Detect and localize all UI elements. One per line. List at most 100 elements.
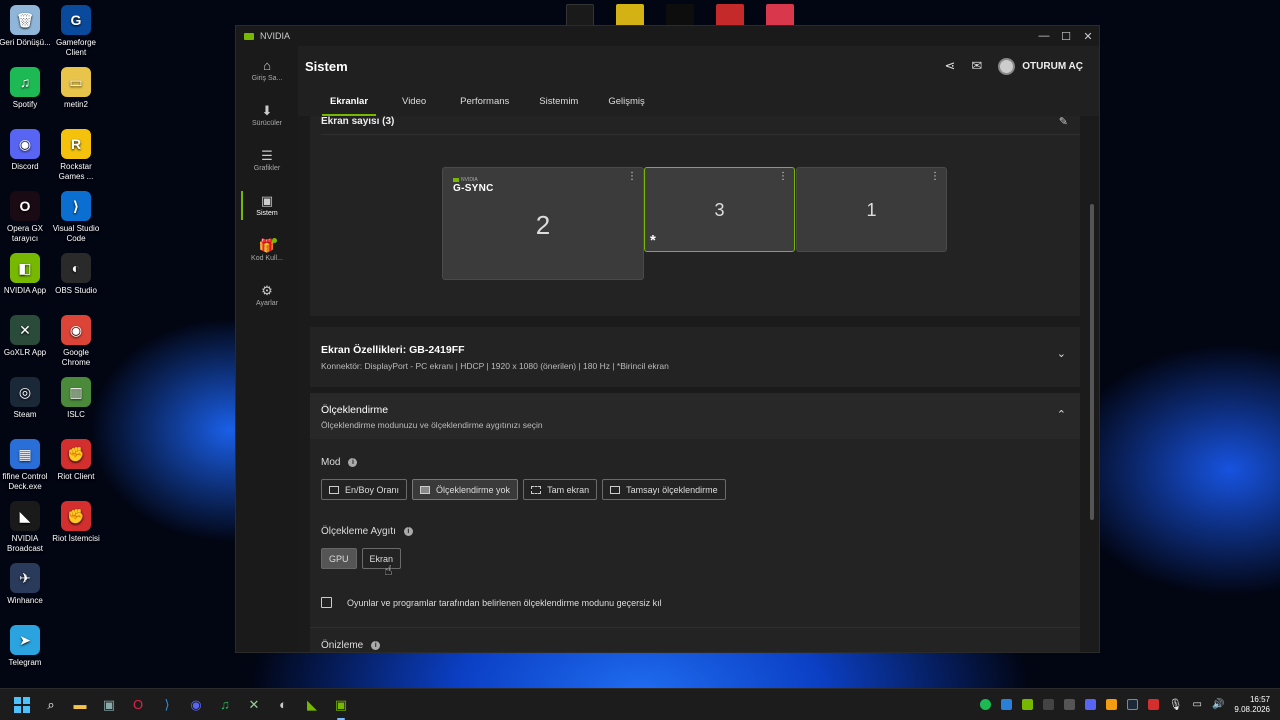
tray-icon[interactable]: [1105, 699, 1117, 710]
desktop-shortcut[interactable]: G Gameforge Client: [50, 5, 102, 58]
sidebar-item-system[interactable]: ▣ Sistem: [236, 183, 298, 228]
monitor-tile[interactable]: NVIDIA G-SYNC ⋮ 2: [442, 167, 644, 280]
sidebar-item-home[interactable]: ⌂ Giriş Sa...: [236, 48, 298, 93]
mode-fullscreen-button[interactable]: Tam ekran: [523, 479, 598, 500]
scrollbar-thumb[interactable]: [1090, 204, 1094, 520]
maximize-button[interactable]: ☐: [1055, 30, 1077, 43]
mode-label: Mod i: [321, 457, 358, 468]
desktop-shortcut-label: Spotify: [12, 100, 38, 109]
sidebar-item-graphics[interactable]: ☰ Grafikler: [236, 138, 298, 183]
sidebar-item-redeem[interactable]: 🎁 Kod Kull...: [236, 228, 298, 273]
tab-advanced[interactable]: Gelişmiş: [596, 96, 656, 116]
close-button[interactable]: ✕: [1077, 30, 1099, 43]
mode-integer-scaling-button[interactable]: Tamsayı ölçeklendirme: [602, 479, 726, 500]
desktop-shortcut[interactable]: ➤ Telegram: [0, 625, 51, 668]
desktop-shortcut[interactable]: ◐ OBS Studio: [50, 253, 102, 296]
monitor-menu-icon[interactable]: ⋮: [627, 171, 637, 182]
desktop-shortcut[interactable]: R Rockstar Games ...: [50, 129, 102, 182]
desktop-shortcut[interactable]: ◣ NVIDIA Broadcast: [0, 501, 51, 554]
desktop-shortcut[interactable]: ✊ Riot İstemcisi: [50, 501, 102, 544]
tab-video[interactable]: Video: [390, 96, 438, 116]
tab-performance[interactable]: Performans: [448, 96, 521, 116]
feedback-icon[interactable]: ✉: [971, 58, 982, 74]
device-display-button[interactable]: Ekran: [361, 548, 402, 569]
app-icon: ✊: [61, 501, 91, 531]
tab-displays[interactable]: Ekranlar: [318, 96, 380, 116]
obs-icon[interactable]: ◐: [273, 695, 293, 715]
volume-icon[interactable]: 🔊: [1212, 699, 1224, 710]
file-explorer-icon[interactable]: ▬: [70, 695, 90, 715]
tray-icon[interactable]: [1063, 699, 1075, 710]
discord-icon[interactable]: ◉: [186, 695, 206, 715]
display-properties-title: Ekran Özellikleri: GB-2419FF: [321, 344, 465, 356]
windows-start-icon[interactable]: [12, 695, 32, 715]
desktop-shortcut[interactable]: ◎ Steam: [0, 377, 51, 420]
mode-aspect-ratio-button[interactable]: En/Boy Oranı: [321, 479, 408, 500]
chevron-down-icon[interactable]: ⌄: [1057, 347, 1066, 360]
desktop-shortcut[interactable]: O Opera GX tarayıcı: [0, 191, 51, 244]
share-icon[interactable]: ⋖: [944, 58, 955, 74]
window-controls: — ☐ ✕: [1033, 30, 1099, 43]
spotify-tray-icon[interactable]: [979, 699, 991, 710]
info-icon[interactable]: i: [403, 527, 413, 536]
opera-gx-icon[interactable]: O: [128, 695, 148, 715]
desktop-shortcut[interactable]: ✈ Winhance: [0, 563, 51, 606]
desktop-shortcut[interactable]: ◉ Google Chrome: [50, 315, 102, 368]
riot-tray-icon[interactable]: [1147, 699, 1159, 710]
tray-icon[interactable]: [1021, 699, 1033, 710]
monitor-tile-selected[interactable]: ⋮ 3 *: [644, 167, 795, 252]
chevron-up-icon[interactable]: ⌃: [1057, 408, 1066, 421]
spotify-icon[interactable]: ♫: [215, 695, 235, 715]
monitor-menu-icon[interactable]: ⋮: [778, 171, 788, 182]
sidebar-item-settings[interactable]: ⚙ Ayarlar: [236, 273, 298, 318]
scaling-header[interactable]: Ölçeklendirme Ölçeklendirme modunuzu ve …: [310, 393, 1080, 439]
login-button[interactable]: OTURUM AÇ: [998, 57, 1083, 75]
scaling-title: Ölçeklendirme: [321, 404, 389, 416]
monitor-tile[interactable]: ⋮ 1: [796, 167, 947, 252]
desktop-shortcut[interactable]: ◧ NVIDIA App: [0, 253, 51, 296]
desktop-shortcut[interactable]: ✕ GoXLR App: [0, 315, 51, 358]
network-icon[interactable]: ▭: [1193, 699, 1202, 710]
device-label-text: Ölçekleme Aygıtı: [321, 526, 396, 537]
desktop-shortcut[interactable]: ▥ ISLC: [50, 377, 102, 420]
desktop-shortcut[interactable]: 🗑 Geri Dönüşü...: [0, 5, 51, 48]
mode-no-scaling-button[interactable]: Ölçeklendirme yok: [412, 479, 519, 500]
title-bar[interactable]: NVIDIA — ☐ ✕: [236, 26, 1099, 46]
desktop-shortcut-label: Discord: [11, 162, 39, 171]
microphone-icon[interactable]: 🎙: [1169, 698, 1183, 711]
desktop-shortcut[interactable]: ◉ Discord: [0, 129, 51, 172]
desktop-shortcut[interactable]: ▦ fifine Control Deck.exe: [0, 439, 51, 492]
sidebar-item-drivers[interactable]: ⬇ Sürücüler: [236, 93, 298, 138]
sidebar: ⌂ Giriş Sa... ⬇ Sürücüler ☰ Grafikler ▣ …: [236, 46, 298, 652]
tab-my-system[interactable]: Sistemim: [527, 96, 590, 116]
nvidia-broadcast-icon[interactable]: ◣: [302, 695, 322, 715]
app-icon[interactable]: ▣: [99, 695, 119, 715]
desktop-shortcut[interactable]: ▭ metin2: [50, 67, 102, 110]
app-icon: R: [61, 129, 91, 159]
tray-icon[interactable]: [1042, 699, 1054, 710]
desktop-shortcut[interactable]: ✊ Riot Client: [50, 439, 102, 482]
monitor-menu-icon[interactable]: ⋮: [930, 171, 940, 182]
tray-icon[interactable]: [1000, 699, 1012, 710]
discord-tray-icon[interactable]: [1084, 699, 1096, 710]
device-gpu-button[interactable]: GPU: [321, 548, 357, 569]
sidebar-item-label: Ayarlar: [255, 300, 279, 307]
steam-tray-icon[interactable]: [1126, 699, 1138, 710]
edit-icon[interactable]: ✎: [1059, 116, 1068, 128]
desktop-shortcut[interactable]: ♫ Spotify: [0, 67, 51, 110]
override-checkbox[interactable]: [321, 597, 332, 608]
override-label: Oyunlar ve programlar tarafından belirle…: [347, 597, 662, 608]
minimize-button[interactable]: —: [1033, 30, 1055, 43]
override-checkbox-row[interactable]: Oyunlar ve programlar tarafından belirle…: [321, 597, 662, 608]
clock[interactable]: 16:57 9.08.2026: [1234, 695, 1270, 715]
vscode-icon[interactable]: ⟩: [157, 695, 177, 715]
nvidia-app-taskbar-icon[interactable]: ▣: [331, 695, 351, 720]
search-icon[interactable]: ⌕: [41, 695, 61, 715]
display-properties-panel[interactable]: Ekran Özellikleri: GB-2419FF Konnektör: …: [310, 327, 1080, 387]
notification-dot: [272, 238, 277, 243]
taskbar: ⌕ ▬ ▣ O ⟩ ◉ ♫ ✕ ◐ ◣ ▣ 🎙 ▭ 🔊 16:57 9.08.2…: [0, 688, 1280, 720]
info-icon[interactable]: i: [348, 458, 358, 467]
info-icon[interactable]: i: [371, 641, 381, 650]
desktop-shortcut[interactable]: ⟩ Visual Studio Code: [50, 191, 102, 244]
goxlr-icon[interactable]: ✕: [244, 695, 264, 715]
